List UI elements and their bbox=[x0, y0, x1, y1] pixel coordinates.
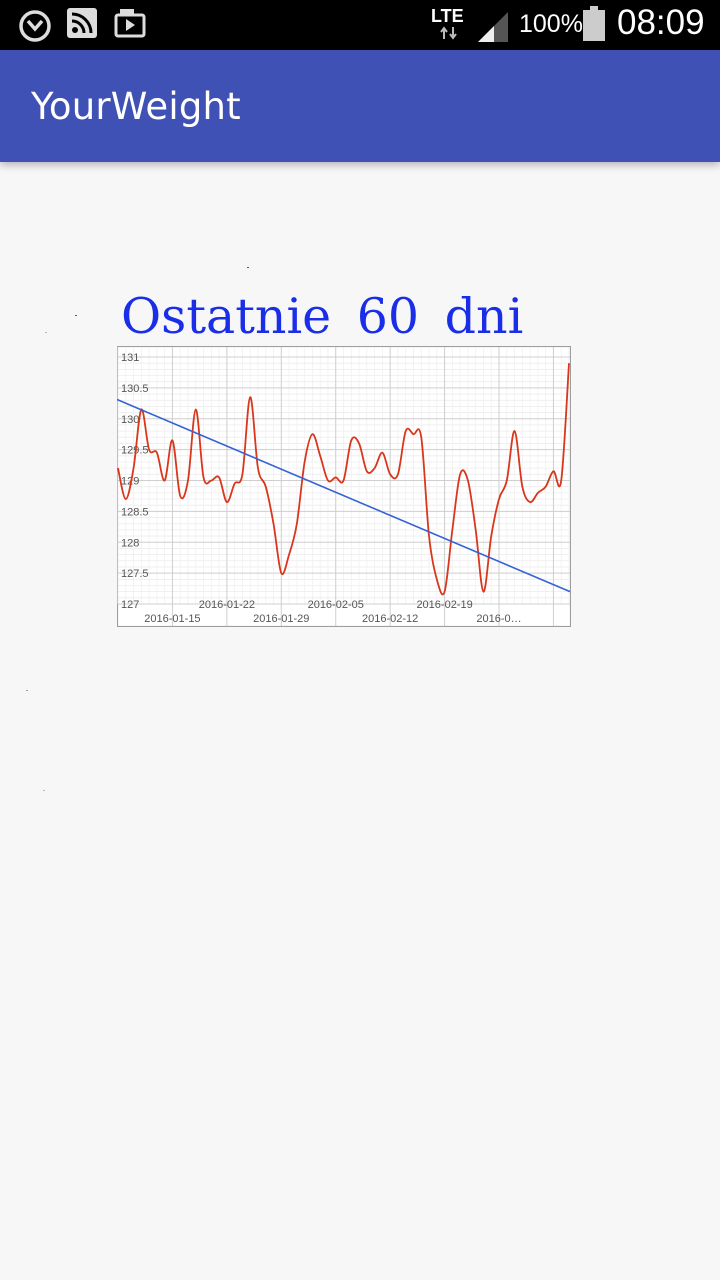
chart-grid bbox=[117, 346, 571, 627]
y-tick-label: 128 bbox=[121, 537, 139, 549]
y-axis-ticks: 131130.5130129.5129128.5128127.5127 bbox=[121, 352, 149, 611]
chart-heading: Ostatnie 60 dni bbox=[121, 288, 524, 345]
noise-speck bbox=[43, 790, 45, 791]
clock: 08:09 bbox=[617, 3, 705, 42]
weight-chart: 131 130.5 130 129.5 129 128.5 128 127.5 127 2016… bbox=[117, 346, 571, 627]
network-type-label: LTE bbox=[431, 6, 464, 26]
x-tick-label: 2016-01-22 bbox=[199, 599, 255, 611]
app-title: YourWeight bbox=[31, 85, 241, 128]
y-tick-label: 130 bbox=[121, 414, 139, 426]
x-tick-label: 2016-02-12 bbox=[362, 613, 418, 625]
x-tick-label: 2016-02-19 bbox=[416, 599, 472, 611]
x-axis-ticks: 2016-01-15 2016-01-22 2016-01-29 2016-02-05… bbox=[144, 599, 521, 625]
data-arrows-icon bbox=[439, 26, 459, 45]
status-bar: LTE 100% 08:09 bbox=[0, 0, 720, 50]
alarm-icon bbox=[17, 7, 53, 48]
media-player-icon bbox=[114, 7, 146, 44]
y-tick-label: 128.5 bbox=[121, 506, 149, 518]
noise-speck bbox=[247, 267, 249, 268]
y-tick-label: 131 bbox=[121, 352, 139, 364]
y-tick-label: 130.5 bbox=[121, 383, 149, 395]
noise-speck bbox=[75, 315, 77, 316]
signal-icon bbox=[476, 10, 510, 49]
y-tick-label: 127.5 bbox=[121, 568, 149, 580]
battery-icon bbox=[582, 6, 606, 47]
x-tick-label: 2016-01-29 bbox=[253, 613, 309, 625]
noise-speck bbox=[45, 332, 47, 333]
noise-speck bbox=[26, 690, 28, 691]
y-tick-label: 127 bbox=[121, 599, 139, 611]
x-tick-label: 2016-0… bbox=[476, 613, 521, 625]
app-bar: YourWeight bbox=[0, 50, 720, 162]
x-tick-label: 2016-02-05 bbox=[308, 599, 364, 611]
battery-percent: 100% bbox=[519, 10, 583, 38]
rss-feed-icon bbox=[66, 7, 98, 44]
x-tick-label: 2016-01-15 bbox=[144, 613, 200, 625]
main-content: Ostatnie 60 dni 131 130.5 130 129.5 129 128.5… bbox=[0, 162, 720, 1280]
weight-chart-svg: 131130.5130129.5129128.5128127.5127 2016… bbox=[117, 346, 571, 627]
